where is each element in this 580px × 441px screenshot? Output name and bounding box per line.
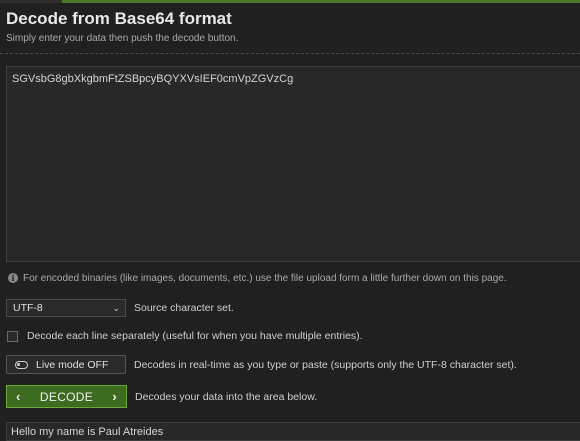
chevron-left-icon: ‹ bbox=[16, 389, 21, 404]
chevron-right-icon: › bbox=[112, 389, 117, 404]
decoded-output[interactable]: Hello my name is Paul Atreides bbox=[6, 422, 580, 441]
decode-button[interactable]: ‹ DECODE › bbox=[6, 385, 127, 408]
live-mode-button-label: Live mode OFF bbox=[36, 358, 109, 371]
charset-row: UTF-8 ⌄ Source character set. bbox=[6, 299, 234, 317]
info-note: i For encoded binaries (like images, docu… bbox=[8, 273, 507, 284]
each-line-row: Decode each line separately (useful for … bbox=[6, 330, 363, 342]
decode-row: ‹ DECODE › Decodes your data into the ar… bbox=[6, 385, 317, 408]
top-accent-bar bbox=[0, 0, 580, 3]
live-mode-label: Decodes in real-time as you type or past… bbox=[134, 358, 517, 371]
each-line-checkbox[interactable] bbox=[7, 330, 18, 342]
decode-label: Decodes your data into the area below. bbox=[135, 390, 318, 403]
charset-label: Source character set. bbox=[134, 302, 234, 314]
divider bbox=[0, 53, 580, 54]
each-line-label[interactable]: Decode each line separately (useful for … bbox=[27, 330, 363, 342]
base64-input[interactable]: SGVsbG8gbXkgbmFtZSBpcyBQYXVsIEF0cmVpZGVz… bbox=[6, 66, 580, 262]
live-mode-toggle[interactable]: Live mode OFF bbox=[6, 355, 126, 374]
toggle-off-icon bbox=[15, 360, 28, 369]
page-subtitle: Simply enter your data then push the dec… bbox=[6, 33, 239, 44]
info-icon: i bbox=[8, 273, 18, 284]
charset-select[interactable]: UTF-8 ⌄ bbox=[6, 299, 126, 317]
page-title: Decode from Base64 format bbox=[6, 9, 232, 28]
chevron-down-icon: ⌄ bbox=[112, 302, 120, 313]
decode-button-label: DECODE bbox=[39, 389, 94, 404]
live-mode-row: Live mode OFF Decodes in real-time as yo… bbox=[6, 355, 517, 374]
charset-selected: UTF-8 bbox=[13, 302, 43, 314]
info-text: For encoded binaries (like images, docum… bbox=[23, 273, 507, 284]
